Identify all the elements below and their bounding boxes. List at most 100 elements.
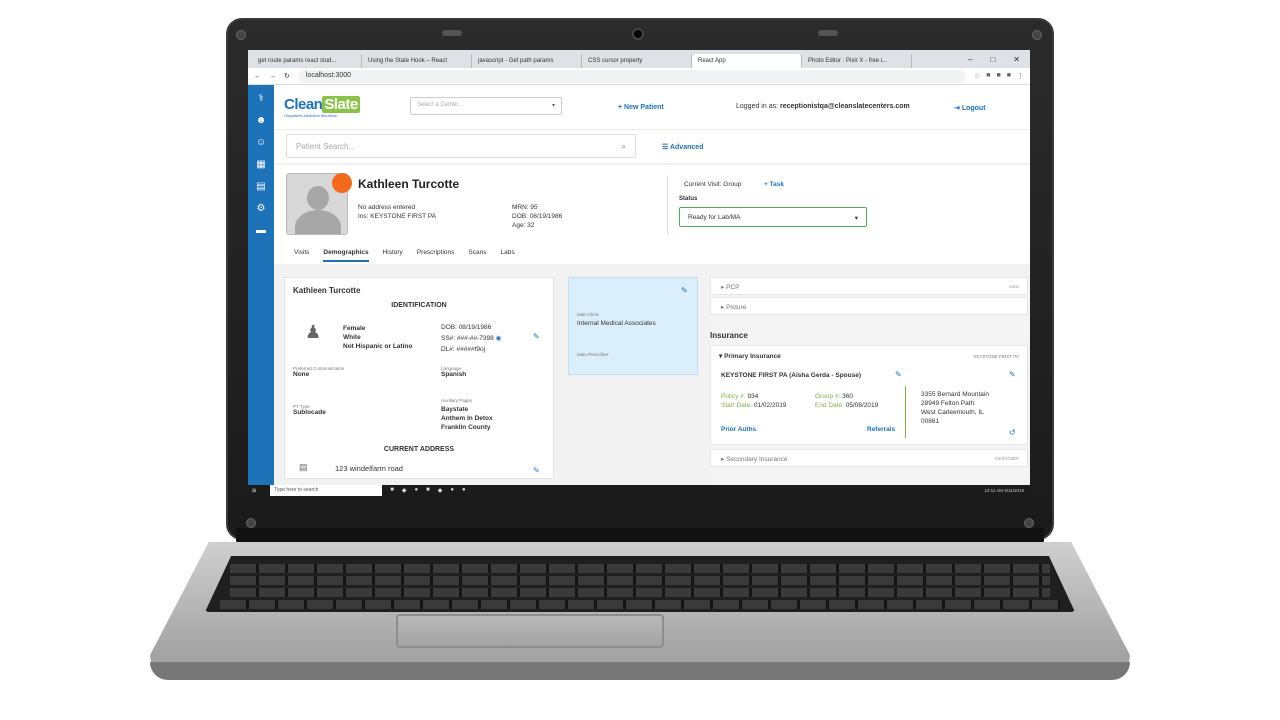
app-icon[interactable]: ■ [426, 487, 430, 494]
main-content: Clean Slate Outpatient Addiction Medicine… [274, 85, 1030, 485]
star-icon[interactable]: ☆ [974, 72, 980, 80]
prior-auths-link[interactable]: Prior Auths [721, 426, 756, 433]
policy-start: Policy #: 934 Start Date: 01/02/2019 [721, 392, 786, 410]
history-icon[interactable]: ↺ [1009, 428, 1016, 437]
secondary-insurance-value: DES/CMDP [995, 456, 1019, 461]
windows-start-icon[interactable]: ⊞ [252, 488, 256, 494]
tab-demographics[interactable]: Demographics [323, 249, 369, 262]
insurance-panel: ▸ PCP none ▸ Picture Insurance ▾ Primary … [710, 277, 1028, 485]
pcp-row[interactable]: ▸ PCP none [710, 277, 1028, 295]
new-patient-button[interactable]: + New Patient [618, 104, 664, 111]
secondary-insurance-label: Secondary Insurance [726, 456, 788, 463]
aux-item: Franklin County [441, 424, 491, 431]
ins-address-line: 00861 [921, 418, 940, 425]
ins-address-line: West Carleemouth, IL [921, 409, 984, 416]
tab-label: Photo Editor : Pixlr X - free i... [808, 58, 888, 64]
extension-icon[interactable]: ■ [997, 72, 1001, 80]
forward-icon[interactable]: → [269, 73, 276, 80]
vscode-icon[interactable]: ◆ [402, 487, 407, 494]
eye-icon[interactable]: ◉ [496, 335, 502, 342]
patient-search-input[interactable]: Patient Search... ⌕ [286, 134, 636, 158]
tab-scans[interactable]: Scans [468, 249, 486, 262]
secondary-insurance-row[interactable]: ▸ Secondary Insurance DES/CMDP [710, 449, 1028, 467]
tab-labs[interactable]: Labs [500, 249, 514, 262]
chrome-icon[interactable]: ● [414, 487, 418, 494]
address-bar: ← → ↻ localhost:3000 ☆ ■ ■ ■ ⋮ [248, 68, 1030, 85]
edit-icon[interactable]: ✎ [895, 370, 902, 379]
edit-icon[interactable]: ✎ [533, 332, 540, 341]
insurance-address: 3355 Bernard Mountain 28949 Felton Path … [921, 390, 989, 426]
center-select[interactable]: Select a Center... ▾ [410, 97, 562, 115]
browser-tab[interactable]: Using the State Hook – React [362, 54, 472, 68]
aux-item: Baystate [441, 406, 469, 413]
ins-address-line: 3355 Bernard Mountain [921, 391, 989, 398]
logout-icon: ⇥ [954, 105, 962, 112]
browser-tab-active[interactable]: React App [692, 54, 802, 68]
menu-icon[interactable]: ⋮ [1017, 72, 1024, 80]
status-value: Ready for Lab/MA [688, 214, 741, 221]
search-icon[interactable]: ⌕ [622, 142, 626, 152]
logo[interactable]: Clean Slate Outpatient Addiction Medicine [284, 96, 360, 118]
system-tray: 10:11 AM 6/11/2019 [984, 488, 1030, 493]
close-icon[interactable]: ✕ [1013, 55, 1020, 64]
reload-icon[interactable]: ↻ [284, 72, 290, 80]
browser-tab[interactable]: Photo Editor : Pixlr X - free i... [802, 54, 912, 68]
insurance-plan: KEYSTONE FIRST PA (Aisha Gerda - Spouse) [721, 372, 862, 379]
group-icon[interactable]: ☺ [256, 137, 266, 148]
taskbar-search[interactable]: Type here to search [270, 485, 383, 496]
edit-icon[interactable]: ✎ [681, 286, 688, 295]
url-field[interactable]: localhost:3000 [297, 69, 967, 83]
primary-insurance-toggle[interactable]: ▾ Primary Insurance [719, 352, 781, 360]
spotify-icon[interactable]: ● [450, 487, 454, 494]
end-value: 05/08/2019 [845, 402, 879, 409]
edit-icon[interactable]: ✎ [1009, 370, 1016, 379]
extension-icon[interactable]: ■ [986, 72, 990, 80]
browser-tab[interactable]: javascript - Get path params [472, 54, 582, 68]
ins-address-line: 28949 Felton Path [921, 400, 975, 407]
group-label: Group #: [815, 393, 841, 400]
card-icon[interactable]: ▬ [256, 225, 266, 236]
referrals-link[interactable]: Referrals [867, 426, 895, 433]
browser-tab[interactable]: CSS cursor property [582, 54, 692, 68]
avatar-body [295, 210, 341, 234]
chrome-icon[interactable]: ● [462, 487, 466, 494]
tab-prescriptions[interactable]: Prescriptions [417, 249, 455, 262]
advanced-search-button[interactable]: ☰ Advanced [662, 143, 703, 151]
users-icon[interactable]: ☻ [256, 115, 267, 126]
calendar-icon[interactable]: ▦ [256, 159, 265, 170]
back-icon[interactable]: ← [254, 73, 261, 80]
patient-name: Kathleen Turcotte [358, 177, 460, 191]
edit-icon[interactable]: ✎ [533, 466, 540, 475]
picture-row[interactable]: ▸ Picture [710, 297, 1028, 315]
address-line: 123 windelfarm road [335, 464, 403, 473]
building-icon: ▤ [299, 462, 308, 472]
extension-icon[interactable]: ■ [1007, 72, 1011, 80]
logout-button[interactable]: ⇥ Logout [954, 104, 986, 112]
key-row [220, 600, 1060, 609]
tab-history[interactable]: History [383, 249, 403, 262]
taskbar: ⊞ Type here to search ■ ◆ ● ■ ◆ ● ● 10:1… [248, 485, 1030, 496]
app-icon[interactable]: ◆ [438, 487, 443, 494]
language-value: Spanish [441, 371, 467, 378]
browser-tab[interactable]: get route params react stud... [252, 54, 362, 68]
chart-icon[interactable]: ▤ [256, 181, 265, 192]
maximize-icon[interactable]: □ [990, 55, 995, 64]
patient-address: No address entered [358, 204, 416, 211]
add-task-button[interactable]: + Task [764, 181, 784, 188]
group-value: 360 [842, 393, 853, 400]
stethoscope-icon[interactable]: ⚕ [258, 93, 263, 104]
pcp-value: none [1008, 284, 1019, 289]
end-label: End Date: [815, 402, 844, 409]
tab-visits[interactable]: Visits [294, 249, 309, 262]
gear-icon[interactable]: ⚙ [257, 203, 266, 214]
logout-label: Logout [961, 105, 986, 112]
status-select[interactable]: Ready for Lab/MA ▾ [679, 207, 867, 227]
folder-icon[interactable]: ■ [390, 487, 394, 494]
current-visit-label: Current Visit: [684, 181, 722, 188]
extension-icons: ☆ ■ ■ ■ ⋮ [974, 72, 1024, 80]
window-controls: – □ ✕ [958, 55, 1030, 68]
minimize-icon[interactable]: – [968, 55, 972, 64]
pt-type: PT Type Sublocade [293, 404, 326, 416]
app-header: Clean Slate Outpatient Addiction Medicine… [274, 85, 1030, 129]
sidebar: ⚕ ☻ ☺ ▦ ▤ ⚙ ▬ [248, 85, 274, 485]
